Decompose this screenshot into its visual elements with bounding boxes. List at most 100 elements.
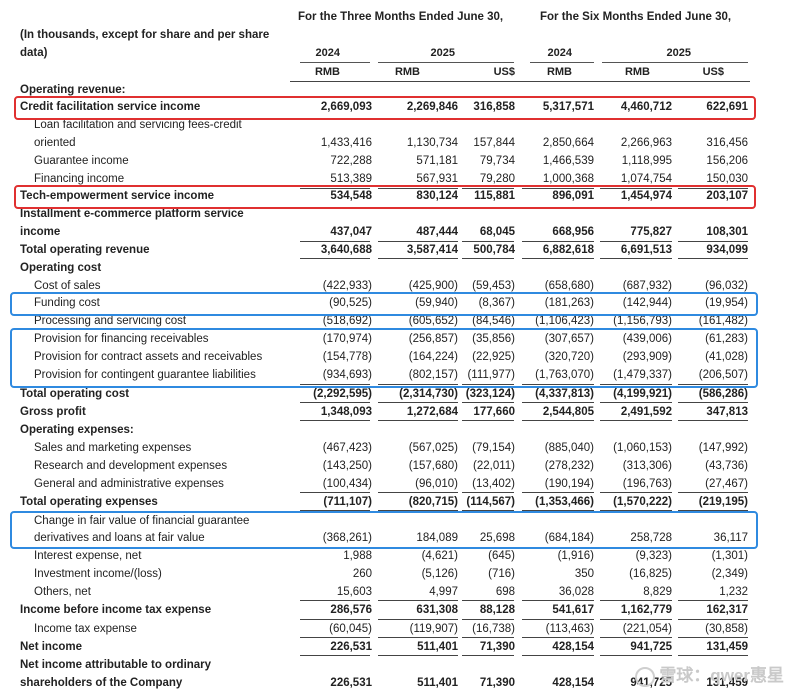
subtotal-rule <box>300 402 370 403</box>
row-value: (219,195) <box>698 496 748 508</box>
row-value: 157,844 <box>473 137 515 149</box>
row-value: 2,266,963 <box>620 137 672 149</box>
row-value: 437,047 <box>330 226 372 238</box>
subtotal-rule <box>300 420 370 421</box>
row-value: (4,621) <box>421 550 458 562</box>
row-value: (113,463) <box>545 623 594 635</box>
row-value: (221,054) <box>622 623 672 635</box>
table-row: Income before income tax expense 286,576 6… <box>0 601 800 619</box>
subtotal-rule <box>300 600 370 601</box>
subtotal-rule <box>300 492 370 493</box>
row-value: 2,850,664 <box>542 137 594 149</box>
row-value: 571,181 <box>416 155 458 167</box>
currency-4: RMB <box>546 66 572 78</box>
subtotal-rule <box>378 637 458 638</box>
table-row: Research and development expenses (143,25… <box>0 457 800 475</box>
row-value: 698 <box>495 586 515 598</box>
row-value: 226,531 <box>330 641 372 653</box>
subtotal-rule <box>522 402 594 403</box>
subtotal-rule <box>462 241 514 242</box>
highlight-fair-value-change <box>10 511 758 549</box>
row-value: 316,456 <box>706 137 748 149</box>
row-value: (147,992) <box>698 442 748 454</box>
row-value: (820,715) <box>408 496 458 508</box>
subtotal-rule <box>678 637 748 638</box>
row-value: (157,680) <box>408 460 458 472</box>
highlight-funding-cost <box>10 292 758 316</box>
subtotal-rule <box>462 492 514 493</box>
row-value: 3,587,414 <box>406 244 458 256</box>
header-note-line1: (In thousands, except for share and per … <box>20 29 270 41</box>
subtotal-rule <box>378 619 458 620</box>
row-value: (716) <box>488 568 515 580</box>
row-label: Operating cost <box>20 262 102 274</box>
row-value: 68,045 <box>479 226 515 238</box>
row-value: (1,353,466) <box>535 496 594 508</box>
year-2024-six: 2024 <box>547 47 572 59</box>
subtotal-rule <box>462 655 514 656</box>
row-value: (1,570,222) <box>613 496 672 508</box>
row-label: Guarantee income <box>34 155 129 167</box>
row-value: 500,784 <box>473 244 515 256</box>
subtotal-rule <box>522 655 594 656</box>
row-value: (5,126) <box>421 568 458 580</box>
subtotal-rule <box>462 258 514 259</box>
row-value: 511,401 <box>417 677 458 689</box>
header-note-line2: data) <box>20 47 48 59</box>
subtotal-rule <box>300 241 370 242</box>
row-label: oriented <box>34 137 76 149</box>
subtotal-rule <box>522 258 594 259</box>
row-value: (1,916) <box>557 550 594 562</box>
row-value: 428,154 <box>552 641 594 653</box>
row-value: 347,813 <box>706 406 748 418</box>
subtotal-rule <box>600 600 672 601</box>
table-row: General and administrative expenses (100,… <box>0 475 800 493</box>
currency-1: RMB <box>314 66 340 78</box>
subtotal-rule <box>378 655 458 656</box>
subtotal-rule <box>600 655 672 656</box>
subtotal-rule <box>600 402 672 403</box>
row-value: (2,349) <box>711 568 748 580</box>
header-underline-3m-2025 <box>378 62 514 63</box>
row-value: 428,154 <box>552 677 594 689</box>
row-value: 1,433,416 <box>320 137 372 149</box>
subtotal-rule <box>600 241 672 242</box>
currency-6: US$ <box>702 66 724 78</box>
row-value: 631,308 <box>416 604 458 616</box>
header-underline-3m-2024 <box>300 62 370 63</box>
subtotal-rule <box>300 655 370 656</box>
row-value: 1,988 <box>343 550 372 562</box>
row-value: 775,827 <box>630 226 672 238</box>
table-row: Operating expenses: <box>0 421 800 439</box>
row-value: 286,576 <box>330 604 372 616</box>
row-value: (30,858) <box>705 623 748 635</box>
subtotal-rule <box>678 258 748 259</box>
row-label: Interest expense, net <box>34 550 142 562</box>
row-value: (119,907) <box>409 623 458 635</box>
row-value: 71,390 <box>479 677 515 689</box>
row-value: 226,531 <box>330 677 372 689</box>
subtotal-rule <box>600 420 672 421</box>
row-label: General and administrative expenses <box>34 478 224 490</box>
row-value: 4,997 <box>429 586 458 598</box>
year-2025-three: 2025 <box>430 47 455 59</box>
row-value: (9,323) <box>635 550 672 562</box>
row-label: Income before income tax expense <box>20 604 212 616</box>
row-value: (567,025) <box>408 442 458 454</box>
year-2024-three: 2024 <box>315 47 340 59</box>
row-value: (22,011) <box>473 460 515 472</box>
subtotal-rule <box>522 420 594 421</box>
period-six-months: For the Six Months Ended June 30, <box>540 11 732 23</box>
row-value: (114,567) <box>466 496 515 508</box>
subtotal-rule <box>462 600 514 601</box>
row-value: (13,402) <box>472 478 515 490</box>
subtotal-rule <box>522 619 594 620</box>
row-value: (1,301) <box>711 550 748 562</box>
subtotal-rule <box>462 402 514 403</box>
row-value: (313,306) <box>622 460 672 472</box>
currency-3: US$ <box>493 66 515 78</box>
table-row: income 437,047 487,444 68,045 668,956 775,827… <box>0 223 800 241</box>
row-value: 934,099 <box>706 244 748 256</box>
row-label: Investment income/(loss) <box>34 568 162 580</box>
subtotal-rule <box>678 655 748 656</box>
